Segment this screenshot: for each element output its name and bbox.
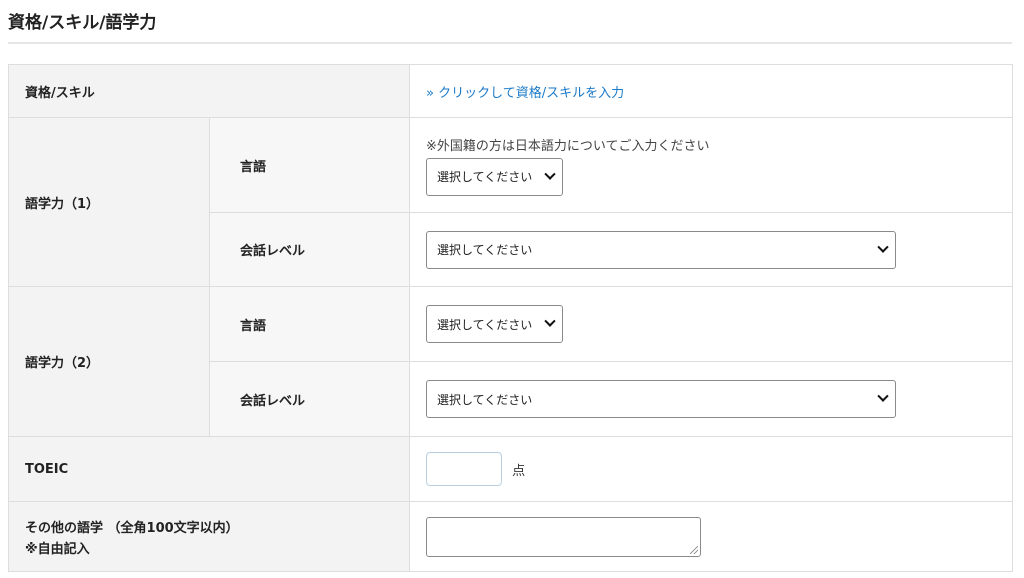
other-language-row: その他の語学 （全角100文字以内） ※自由記入 — [8, 501, 1013, 572]
language2-level-select[interactable]: 選択してください — [426, 380, 896, 418]
other-language-textarea[interactable] — [426, 516, 701, 557]
chevron-down-icon — [544, 315, 556, 327]
toeic-score-input[interactable] — [426, 452, 502, 486]
add-skills-link[interactable]: » クリックして資格/スキルを入力 — [426, 86, 624, 101]
skills-form-table: 資格/スキル » クリックして資格/スキルを入力 語学力（1） 言語 ※外国籍の… — [8, 64, 1013, 572]
language2-language-select-value: 選択してください — [437, 317, 533, 332]
toeic-row: TOEIC 点 — [8, 436, 1013, 502]
language1-language-cell: ※外国籍の方は日本語力についてご入力ください 選択してください — [409, 117, 1013, 213]
language2-language-cell: 選択してください — [409, 286, 1013, 362]
title-divider — [8, 42, 1012, 44]
toeic-unit: 点 — [512, 463, 526, 479]
chevron-down-icon — [877, 241, 889, 253]
language1-level-select[interactable]: 選択してください — [426, 230, 896, 269]
other-language-cell — [409, 501, 1013, 572]
language1-language-label: 言語 — [209, 117, 410, 213]
toeic-label: TOEIC — [8, 436, 410, 502]
language1-language-select-value: 選択してください — [437, 170, 533, 184]
other-language-label: その他の語学 （全角100文字以内） — [25, 520, 239, 536]
resize-handle-icon[interactable] — [690, 545, 698, 554]
language2-label: 語学力（2） — [8, 286, 210, 437]
foreign-nationality-note: ※外国籍の方は日本語力についてご入力ください — [426, 138, 710, 154]
language2-language-select[interactable]: 選択してください — [426, 305, 563, 343]
language2-level-label: 会話レベル — [209, 361, 410, 437]
other-language-label-cell: その他の語学 （全角100文字以内） ※自由記入 — [8, 501, 410, 572]
language1-level-cell: 選択してください — [409, 212, 1013, 287]
section-title: 資格/スキル/語学力 — [8, 13, 157, 33]
chevron-down-icon — [877, 390, 889, 402]
language2-level-cell: 選択してください — [409, 361, 1013, 437]
language2-language-row: 語学力（2） 言語 選択してください — [8, 286, 1013, 437]
language1-language-select[interactable]: 選択してください — [426, 157, 563, 196]
language2-level-select-value: 選択してください — [437, 392, 533, 407]
skills-cell: » クリックして資格/スキルを入力 — [409, 64, 1013, 118]
skills-label: 資格/スキル — [8, 64, 410, 118]
language1-label: 語学力（1） — [8, 117, 210, 287]
other-language-free-text-note: ※自由記入 — [25, 541, 90, 557]
toeic-cell: 点 — [409, 436, 1013, 502]
language1-level-select-value: 選択してください — [437, 243, 533, 257]
language2-language-label: 言語 — [209, 286, 410, 362]
language1-language-row: 語学力（1） 言語 ※外国籍の方は日本語力についてご入力ください 選択してくださ… — [8, 117, 1013, 287]
chevron-down-icon — [544, 168, 556, 180]
language1-level-label: 会話レベル — [209, 212, 410, 287]
skills-row: 資格/スキル » クリックして資格/スキルを入力 — [8, 64, 1013, 118]
